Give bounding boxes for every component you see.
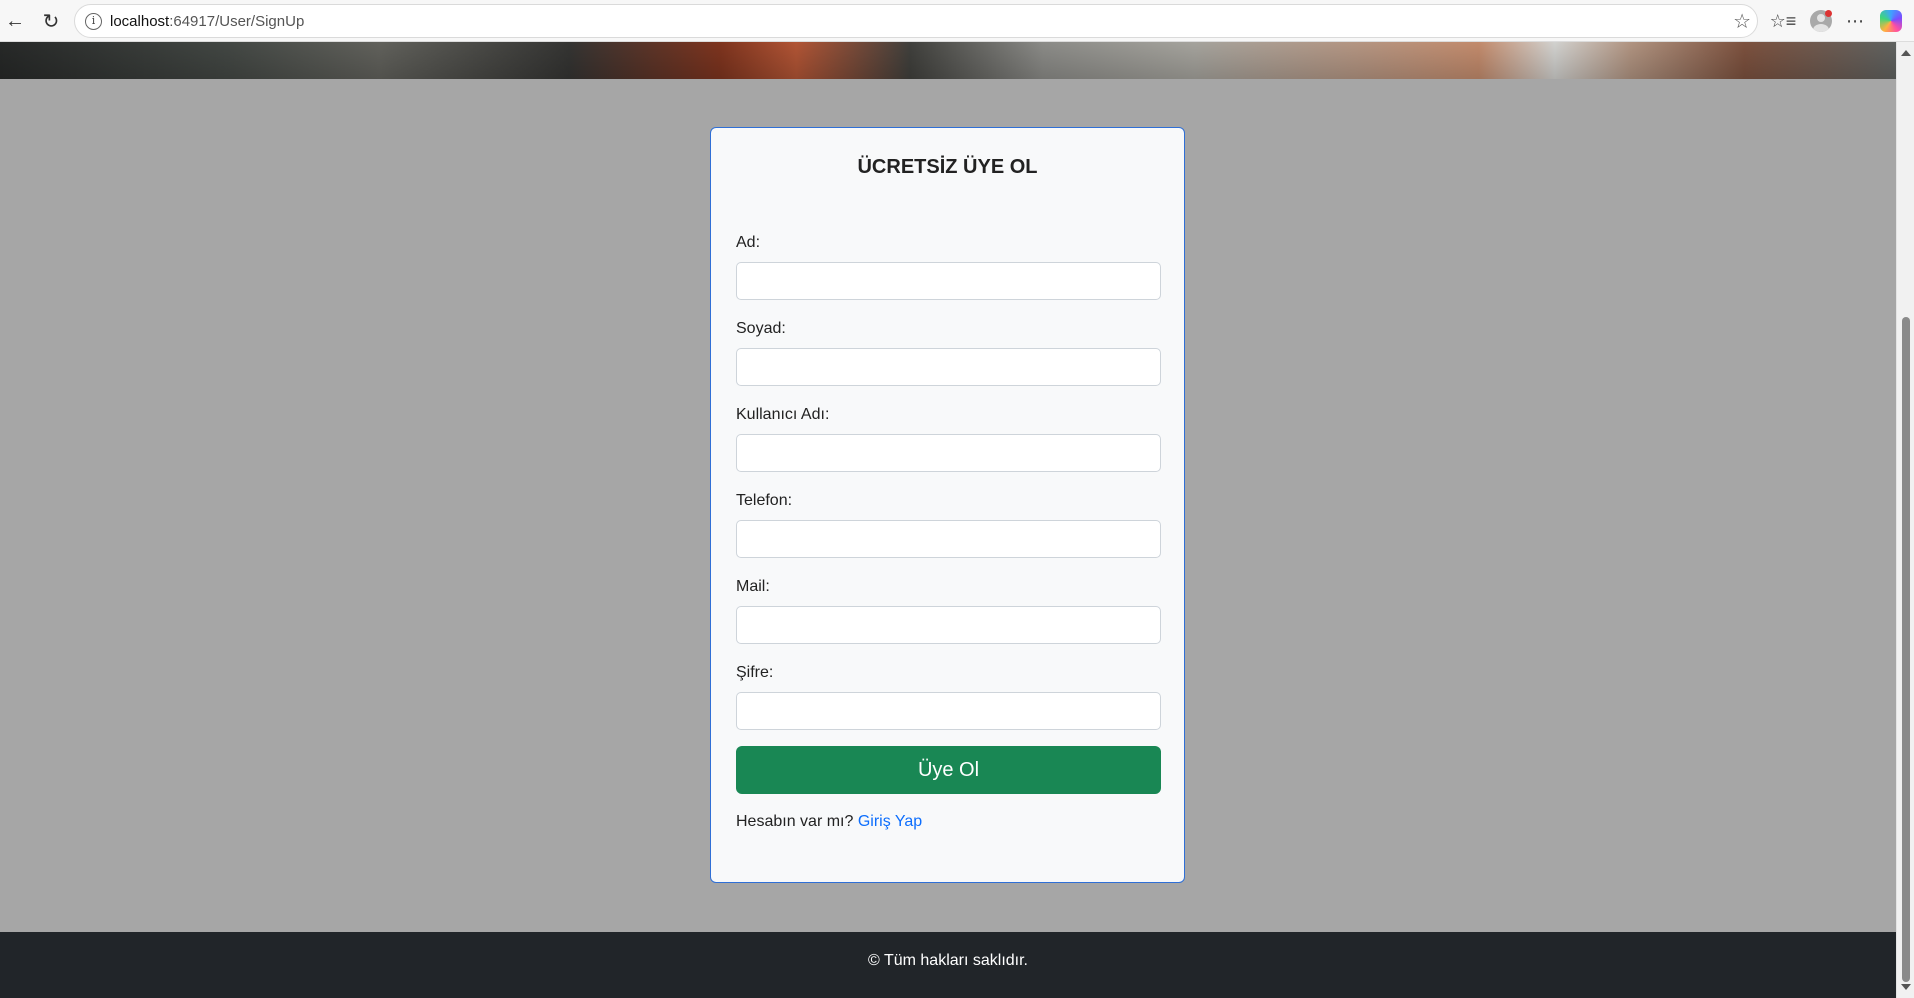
notification-dot	[1825, 10, 1832, 17]
login-prompt-text: Hesabın var mı?	[736, 813, 854, 830]
star-icon[interactable]: ☆	[1733, 9, 1751, 34]
reload-icon[interactable]: ↻	[36, 6, 66, 36]
scroll-up-arrow-icon[interactable]	[1901, 50, 1911, 56]
signup-card: ÜCRETSİZ ÜYE OL Ad: Soyad: Kullanıcı Adı…	[710, 127, 1185, 883]
hero-image	[0, 42, 1896, 79]
signup-title: ÜCRETSİZ ÜYE OL	[857, 156, 1038, 178]
first-name-label: Ad:	[736, 234, 761, 251]
mail-input[interactable]	[736, 606, 1161, 644]
browser-toolbar: ← ↻ i localhost:64917/User/SignUp ☆ ☆≡ ⋯	[0, 0, 1914, 42]
address-bar[interactable]: i localhost:64917/User/SignUp ☆	[74, 4, 1758, 38]
scroll-down-arrow-icon[interactable]	[1901, 984, 1911, 990]
login-link[interactable]: Giriş Yap	[858, 813, 922, 830]
password-input[interactable]	[736, 692, 1161, 730]
address-host: localhost	[110, 13, 170, 30]
copilot-logo	[1880, 10, 1902, 32]
avatar-icon[interactable]	[1806, 6, 1836, 36]
page-scrollbar[interactable]	[1896, 42, 1914, 998]
page-footer: © Tüm hakları saklıdır.	[0, 932, 1896, 998]
password-label: Şifre:	[736, 664, 774, 681]
signup-button[interactable]: Üye Ol	[736, 746, 1161, 794]
ellipsis-icon[interactable]: ⋯	[1840, 6, 1870, 36]
login-prompt-row: Hesabın var mı? Giriş Yap	[736, 813, 922, 831]
last-name-input[interactable]	[736, 348, 1161, 386]
copilot-icon[interactable]	[1876, 6, 1906, 36]
phone-label: Telefon:	[736, 492, 793, 509]
phone-input[interactable]	[736, 520, 1161, 558]
hero-shade	[0, 42, 1896, 79]
favorites-list-icon[interactable]: ☆≡	[1768, 6, 1798, 36]
mail-label: Mail:	[736, 578, 770, 595]
footer-copyright: © Tüm hakları saklıdır.	[868, 952, 1028, 969]
info-icon[interactable]: i	[85, 13, 102, 30]
username-label: Kullanıcı Adı:	[736, 406, 830, 423]
first-name-input[interactable]	[736, 262, 1161, 300]
address-path: :64917/User/SignUp	[169, 13, 305, 30]
username-input[interactable]	[736, 434, 1161, 472]
last-name-label: Soyad:	[736, 320, 786, 337]
back-arrow-icon[interactable]: ←	[0, 6, 30, 36]
address-text[interactable]: localhost:64917/User/SignUp	[110, 13, 304, 30]
scroll-thumb[interactable]	[1902, 317, 1910, 982]
